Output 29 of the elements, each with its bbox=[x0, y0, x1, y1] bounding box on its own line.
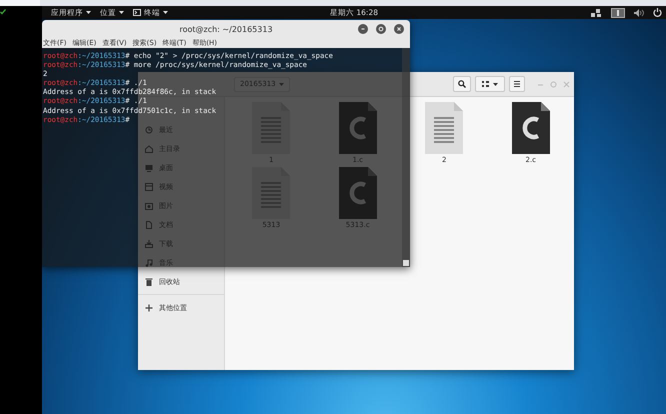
caret-icon bbox=[493, 82, 498, 86]
search-icon bbox=[458, 80, 466, 88]
window-title: root@zch: ~/20165313 bbox=[179, 24, 273, 34]
code-file-icon bbox=[512, 102, 550, 154]
menu-icon bbox=[514, 81, 520, 87]
minimize-icon bbox=[360, 26, 366, 32]
grid-view-icon bbox=[482, 81, 489, 87]
close-button[interactable] bbox=[394, 24, 404, 34]
minimize-button[interactable] bbox=[358, 24, 368, 34]
view-button[interactable] bbox=[475, 76, 505, 92]
maximize-icon bbox=[550, 80, 557, 88]
terminal-icon bbox=[133, 9, 141, 16]
checkmark-icon bbox=[0, 9, 6, 15]
plus-icon bbox=[145, 304, 153, 312]
maximize-icon bbox=[378, 26, 384, 32]
menu-button[interactable] bbox=[509, 76, 525, 92]
volume-icon bbox=[634, 8, 644, 16]
power-icon bbox=[653, 8, 662, 17]
close-icon bbox=[563, 80, 570, 88]
caret-icon bbox=[119, 11, 124, 14]
scrollbar[interactable] bbox=[402, 48, 410, 267]
trash-icon bbox=[145, 278, 153, 286]
close-icon bbox=[396, 26, 402, 32]
text-file-icon bbox=[425, 102, 464, 154]
caret-icon bbox=[163, 11, 168, 14]
maximize-button[interactable] bbox=[376, 24, 386, 34]
workspace-icon bbox=[611, 8, 625, 18]
caret-icon bbox=[86, 11, 91, 14]
search-button[interactable] bbox=[453, 76, 471, 92]
